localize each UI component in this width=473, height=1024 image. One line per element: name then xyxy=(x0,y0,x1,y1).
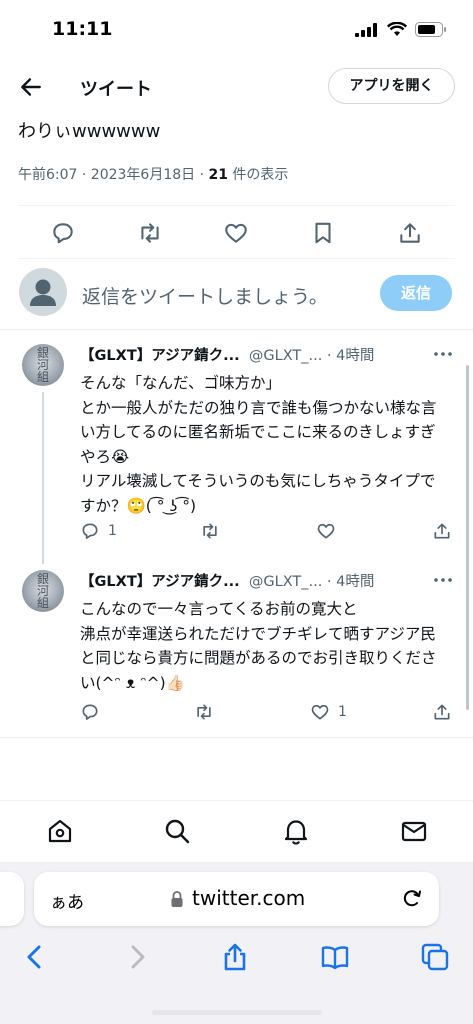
more-options-icon[interactable] xyxy=(433,346,453,362)
reply-share-button[interactable] xyxy=(432,702,452,722)
reply-icon xyxy=(82,523,98,539)
reply-count: 1 xyxy=(108,523,117,539)
like-icon xyxy=(311,704,329,720)
reply-text: そんな「なんだ、ゴ味方か」 とか一般人がただの独り言で誰も傷つかない様な言い方し… xyxy=(80,374,437,515)
reply-share-button[interactable] xyxy=(432,521,452,541)
reply-tweet[interactable]: 銀 河 組 【GLXT】アジア錆ク... @GLXT_... · 4時間 そんな… xyxy=(0,344,473,554)
retweet-icon xyxy=(197,704,211,720)
reply-time: · 4時間 xyxy=(322,348,375,364)
reply-composer: 返信をツイートしましょう。 返信 xyxy=(0,262,473,324)
reply-time: · 4時間 xyxy=(322,574,375,590)
page-title: ツイート xyxy=(80,79,152,100)
reply-avatar[interactable]: 銀 河 組 xyxy=(22,344,64,386)
retweet-icon xyxy=(203,523,217,539)
notifications-bell-icon[interactable] xyxy=(282,817,310,845)
bookmarks-book-icon[interactable] xyxy=(320,942,350,972)
header: ツイート アプリを開く xyxy=(0,60,473,114)
reply-like-button[interactable] xyxy=(316,521,344,541)
status-time: 11:11 xyxy=(52,18,113,40)
battery-icon xyxy=(415,22,446,37)
reply-tweet[interactable]: 銀 河 組 【GLXT】アジア錆ク... @GLXT_... · 4時間 こんな… xyxy=(0,570,473,730)
reply-text: こんなので一々言ってくるお前の寛大と 沸点が幸運送られただけでブチギレて晒すアジ… xyxy=(80,600,437,692)
page-settings-button[interactable]: ぁあ xyxy=(50,888,84,913)
reply-author-name[interactable]: 【GLXT】アジア錆ク... xyxy=(80,574,240,590)
previous-tab[interactable] xyxy=(0,872,24,926)
browser-back-icon[interactable] xyxy=(20,942,50,972)
share-icon[interactable] xyxy=(397,220,423,246)
browser-chrome: ぁあ twitter.com xyxy=(0,862,473,1024)
tweet-text: わりぃwwwwww xyxy=(18,121,161,142)
status-icons xyxy=(355,22,447,37)
bookmark-icon[interactable] xyxy=(310,220,336,246)
reply-like-button[interactable]: 1 xyxy=(310,702,347,722)
address-bar[interactable]: ぁあ twitter.com xyxy=(34,872,439,926)
reply-header: 【GLXT】アジア錆ク... @GLXT_... · 4時間 xyxy=(80,570,374,591)
share-sheet-icon[interactable] xyxy=(220,942,250,972)
home-icon[interactable] xyxy=(46,817,74,845)
scrollbar[interactable] xyxy=(466,365,469,710)
reply-author-handle[interactable]: @GLXT_... xyxy=(249,348,322,364)
open-app-button[interactable]: アプリを開く xyxy=(328,68,455,104)
reply-input[interactable]: 返信をツイートしましょう。 xyxy=(82,282,328,309)
reply-avatar[interactable]: 銀 河 組 xyxy=(22,570,64,612)
like-icon xyxy=(317,523,335,539)
search-icon[interactable] xyxy=(163,817,191,845)
share-icon xyxy=(434,523,450,539)
reply-author-name[interactable]: 【GLXT】アジア錆ク... xyxy=(80,348,240,364)
reply-icon xyxy=(82,704,98,720)
reply-reply-button[interactable]: 1 xyxy=(80,521,117,541)
cellular-signal-icon xyxy=(355,22,377,37)
more-options-icon[interactable] xyxy=(433,572,453,588)
tweet-timestamp[interactable]: 午前6:07 · 2023年6月18日 · xyxy=(18,167,209,183)
wifi-icon xyxy=(387,22,407,36)
divider xyxy=(0,737,473,738)
share-icon xyxy=(434,704,450,720)
home-indicator xyxy=(152,1010,322,1015)
messages-icon[interactable] xyxy=(400,817,428,845)
reply-reply-button[interactable] xyxy=(80,702,108,722)
reply-retweet-button[interactable] xyxy=(200,521,228,541)
user-avatar[interactable] xyxy=(19,268,67,316)
retweet-icon[interactable] xyxy=(137,220,163,246)
lock-icon xyxy=(171,891,183,907)
reply-submit-button[interactable]: 返信 xyxy=(380,275,452,311)
reply-author-handle[interactable]: @GLXT_... xyxy=(249,574,322,590)
reload-icon[interactable] xyxy=(400,886,424,910)
view-label: 件の表示 xyxy=(227,167,289,183)
browser-forward-icon[interactable] xyxy=(122,942,152,972)
tweet-actions xyxy=(0,210,473,256)
reply-retweet-button[interactable] xyxy=(194,702,222,722)
default-user-icon xyxy=(30,279,56,306)
url-text[interactable]: twitter.com xyxy=(192,886,305,910)
tabs-overview-icon[interactable] xyxy=(420,942,450,972)
like-count: 1 xyxy=(338,704,347,720)
reply-actions: 1 xyxy=(80,521,455,545)
tweet-meta: 午前6:07 · 2023年6月18日 · 21 件の表示 xyxy=(18,164,288,184)
status-bar: 11:11 xyxy=(0,0,473,60)
reply-actions: 1 xyxy=(80,702,455,726)
divider xyxy=(18,258,455,259)
bottom-tab-bar xyxy=(0,800,473,862)
like-icon[interactable] xyxy=(223,220,249,246)
back-arrow-icon[interactable] xyxy=(18,74,44,100)
divider xyxy=(0,329,473,330)
divider xyxy=(18,205,455,206)
reply-header: 【GLXT】アジア錆ク... @GLXT_... · 4時間 xyxy=(80,344,374,365)
view-count: 21 xyxy=(208,167,228,183)
reply-icon[interactable] xyxy=(50,220,76,246)
